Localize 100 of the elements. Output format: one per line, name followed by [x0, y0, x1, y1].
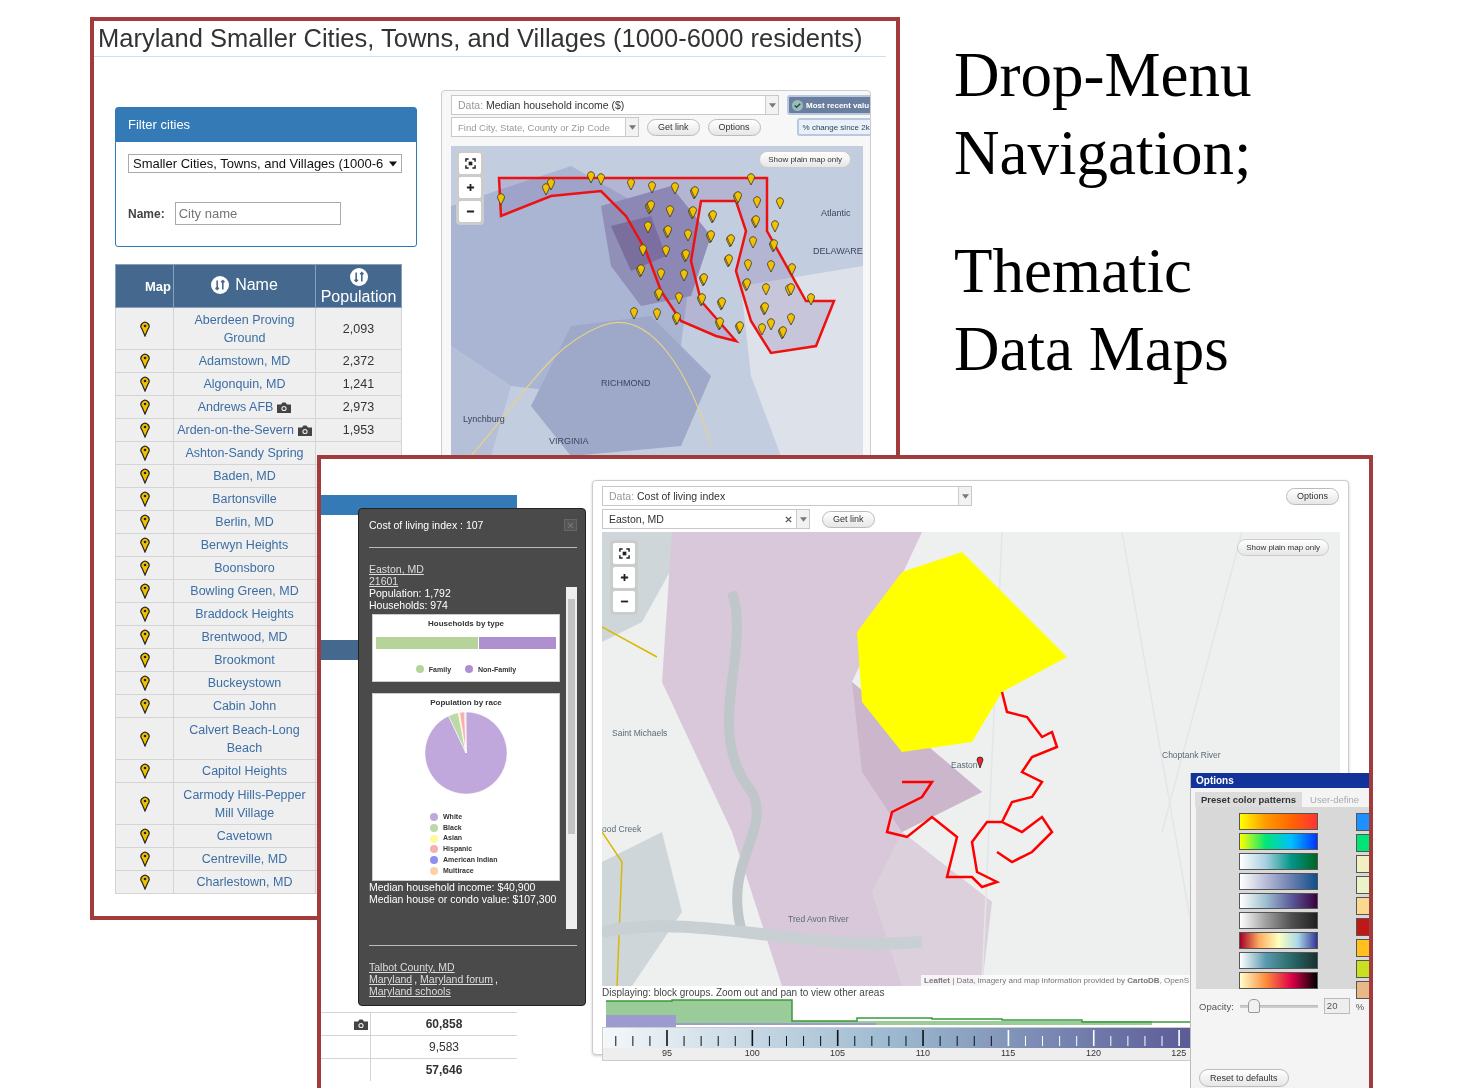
tab[interactable]: Preset color patterns — [1195, 792, 1303, 807]
map-pin-icon[interactable] — [139, 874, 150, 890]
fullscreen-button[interactable] — [613, 543, 635, 564]
color-gradient-swatch[interactable] — [1239, 892, 1318, 910]
scale-label: 115 — [1001, 1048, 1016, 1058]
map-pin-icon[interactable] — [139, 422, 150, 438]
options-button[interactable]: Options — [1285, 487, 1339, 505]
region-link[interactable]: Maryland forum — [420, 973, 494, 985]
opacity-label: Opacity: — [1199, 1000, 1234, 1012]
opacity-value-field[interactable]: 20 — [1323, 998, 1350, 1014]
color-gradient-swatch[interactable] — [1239, 813, 1318, 830]
map-pin-icon[interactable] — [139, 652, 150, 668]
scale-label: 125 — [1171, 1048, 1187, 1058]
slider-thumb[interactable] — [1248, 999, 1261, 1013]
map-label: VIRGINIA — [549, 436, 589, 446]
show-plain-map-button[interactable]: Show plain map only — [759, 151, 851, 168]
data-dropdown[interactable]: Data: Cost of living index — [602, 486, 972, 506]
options-button[interactable]: Options — [707, 118, 761, 136]
income-text: Median household income: $40,900 — [369, 881, 537, 893]
map-pin-icon[interactable] — [139, 399, 150, 415]
category-dropdown[interactable]: Smaller Cities, Towns, and Villages (1000-6 — [128, 154, 402, 173]
map-pin-icon[interactable] — [139, 851, 150, 867]
get-link-button[interactable]: Get link — [822, 510, 875, 528]
camera-icon[interactable] — [354, 1018, 368, 1030]
reset-defaults-button[interactable]: Reset to defaults — [1199, 1069, 1289, 1087]
county-link[interactable]: Talbot County, MD — [369, 961, 455, 973]
show-plain-map-button[interactable]: Show plain map only — [1237, 539, 1329, 556]
city-name-field[interactable]: City name — [174, 202, 341, 225]
location-field[interactable]: Easton, MD — [602, 509, 810, 529]
population-value: 2,093 — [342, 321, 375, 336]
column-header[interactable]: Population — [315, 264, 402, 308]
map-pin-icon[interactable] — [139, 514, 150, 530]
region-link[interactable]: Maryland — [369, 973, 413, 985]
dropdown-arrow-icon[interactable] — [389, 160, 397, 167]
map-label: Choptank River — [1162, 750, 1221, 760]
color-gradient-swatch[interactable] — [1239, 912, 1318, 930]
column-header[interactable]: Name — [173, 264, 316, 308]
zip-link[interactable]: 21601 — [369, 575, 399, 587]
plus-icon[interactable] — [619, 573, 629, 582]
region-link[interactable]: Maryland schools — [369, 985, 451, 997]
map-pin-icon[interactable] — [139, 353, 150, 369]
map-pin-icon[interactable] — [139, 730, 150, 747]
map-label: Lynchburg — [463, 414, 505, 424]
options-panel-header: Options — [1191, 773, 1369, 788]
color-gradient-swatch[interactable] — [1239, 872, 1318, 890]
population-value: 2,372 — [342, 354, 375, 368]
data-dropdown[interactable]: Data: Median household income ($) — [451, 95, 779, 115]
scale-label: 110 — [915, 1048, 931, 1058]
color-gradient-swatch[interactable] — [1239, 972, 1318, 989]
filter-panel-header: Filter cities — [116, 108, 416, 142]
map-pin-icon[interactable] — [139, 376, 150, 392]
map-pin-icon[interactable] — [139, 537, 150, 553]
chart-title: Population by race — [429, 698, 503, 707]
recent-values-toggle[interactable]: Most recent valu — [787, 95, 870, 115]
color-gradient-swatch[interactable] — [1239, 932, 1318, 950]
color-gradient-swatch[interactable] — [1239, 852, 1318, 870]
map-pin-icon[interactable] — [139, 763, 150, 779]
map-label: RICHMOND — [601, 378, 651, 388]
sort-icon[interactable] — [349, 267, 368, 286]
map-pin-icon[interactable] — [139, 795, 150, 812]
status-text: Displaying: block groups. Zoom out and pan to view other areas — [602, 987, 886, 998]
map-pin-icon[interactable] — [139, 828, 150, 844]
color-gradient-swatch[interactable] — [1239, 832, 1318, 850]
sort-icon[interactable] — [211, 275, 230, 294]
map-pin-icon[interactable] — [139, 445, 150, 461]
percent-change-button[interactable]: % change since 2k — [796, 118, 870, 136]
map-label: Atlantic — [821, 208, 851, 218]
place-link[interactable]: Easton, MD — [369, 563, 424, 575]
column-header[interactable]: Map — [115, 264, 174, 308]
checkmark-icon — [792, 99, 803, 111]
map-pin-icon[interactable] — [139, 606, 150, 622]
scale-label: 105 — [830, 1048, 846, 1058]
scrollbar[interactable] — [566, 587, 577, 929]
fullscreen-icon[interactable] — [618, 548, 630, 559]
name-label: Name: — [128, 206, 165, 221]
map-label: Tred Avon River — [788, 914, 849, 924]
fullscreen-icon[interactable] — [464, 158, 476, 169]
population-value: 1,241 — [342, 377, 375, 391]
map-pin-icon[interactable] — [139, 468, 150, 484]
map-pin-icon[interactable] — [139, 560, 150, 576]
clear-icon[interactable] — [785, 515, 792, 523]
map-pin-icon[interactable] — [139, 583, 150, 599]
households-text: Households: 974 — [369, 599, 449, 611]
fullscreen-button[interactable] — [459, 153, 481, 174]
camera-icon[interactable] — [297, 424, 312, 436]
plus-icon[interactable] — [465, 183, 475, 192]
map-pin-icon[interactable] — [139, 629, 150, 645]
zoom-in-button[interactable] — [613, 567, 635, 588]
camera-icon[interactable] — [277, 401, 292, 413]
map-pin-icon[interactable] — [139, 320, 150, 337]
map-pin-icon[interactable] — [139, 675, 150, 691]
color-gradient-swatch[interactable] — [1239, 952, 1318, 970]
location-search-field[interactable]: Find City, State, County or Zip Code — [451, 117, 639, 137]
get-link-button[interactable]: Get link — [647, 118, 700, 136]
zoom-in-button[interactable] — [459, 177, 481, 198]
map-pin-icon[interactable] — [139, 491, 150, 507]
opacity-slider[interactable] — [1239, 999, 1318, 1013]
map-pin-icon[interactable] — [139, 698, 150, 714]
population-value: 2,973 — [342, 400, 375, 414]
choropleth-map[interactable] — [451, 146, 863, 456]
